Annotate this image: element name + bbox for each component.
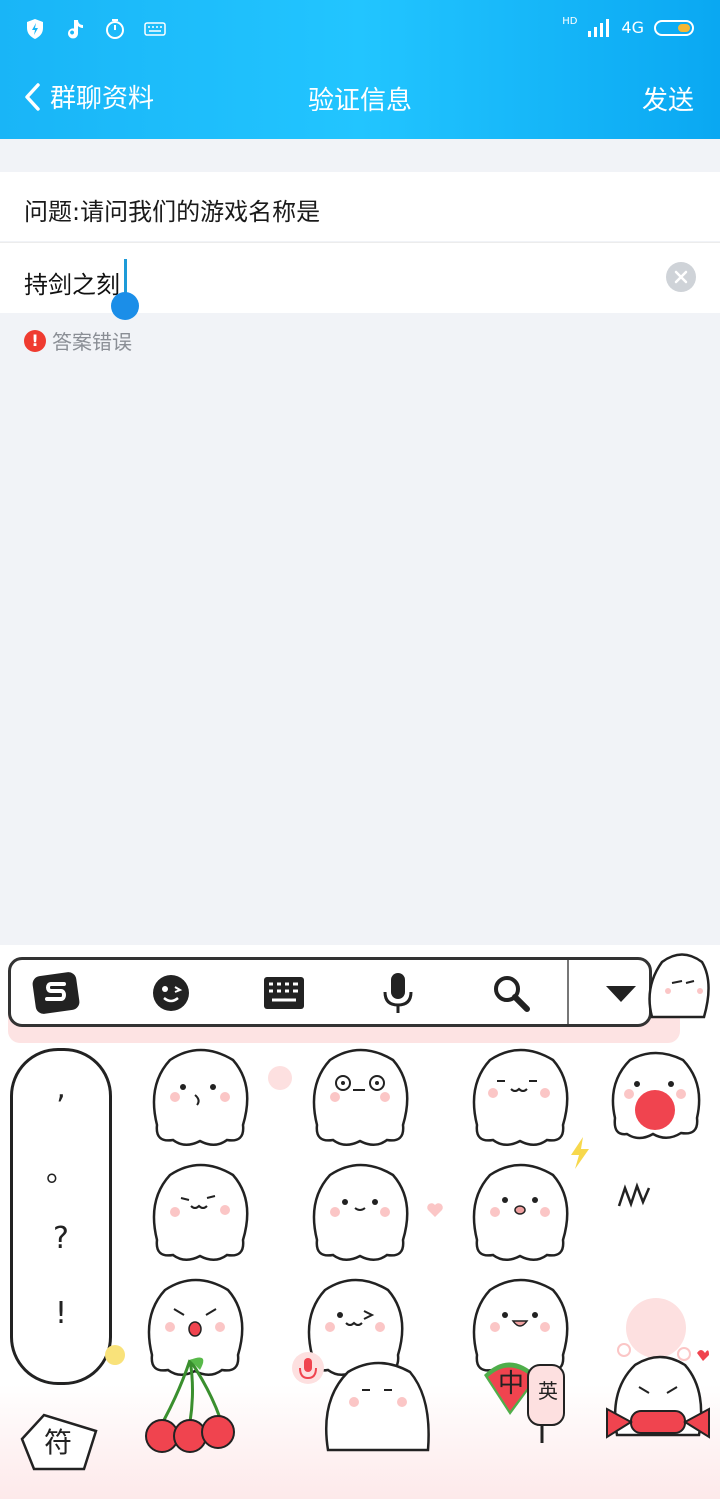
sticker-ghost-smile[interactable] bbox=[305, 1160, 415, 1265]
zh-en-switch-icon[interactable] bbox=[480, 1355, 570, 1455]
clear-input-button[interactable] bbox=[666, 262, 696, 292]
symbol-exclaim-key[interactable]: ! bbox=[13, 1296, 109, 1331]
zh-label: 中 bbox=[498, 1369, 525, 1399]
symbol-column: , 。 ? ! bbox=[10, 1048, 112, 1385]
sticker-ghost-happy[interactable] bbox=[465, 1045, 575, 1150]
shield-icon bbox=[24, 18, 46, 40]
microphone-icon[interactable] bbox=[373, 970, 423, 1016]
close-icon bbox=[674, 270, 688, 284]
scribble-decoration-icon bbox=[617, 1182, 651, 1208]
status-bar: HD 4G bbox=[0, 0, 720, 60]
music-note-icon bbox=[64, 18, 86, 40]
ime-keyboard: , 。 ? ! 符 中 英 bbox=[0, 945, 720, 1499]
hd-label: HD bbox=[562, 16, 578, 27]
sticker-ghost-surprised[interactable] bbox=[465, 1160, 575, 1265]
symbol-question-key[interactable]: ? bbox=[13, 1221, 109, 1256]
question-row: 问题:请问我们的游戏名称是 bbox=[0, 172, 720, 241]
collapse-keyboard-icon[interactable] bbox=[596, 970, 646, 1016]
timer-icon bbox=[104, 18, 126, 40]
emoji-face-icon[interactable] bbox=[146, 970, 196, 1016]
heart-decoration-icon bbox=[427, 1203, 443, 1217]
error-message: ! 答案错误 bbox=[24, 326, 132, 355]
sticker-ghost-candy[interactable] bbox=[605, 1345, 710, 1455]
sticker-ghost-dizzy[interactable] bbox=[305, 1045, 415, 1150]
search-icon[interactable] bbox=[486, 970, 536, 1016]
flower-decoration-icon bbox=[268, 1066, 292, 1090]
sticker-ghost-ball[interactable] bbox=[605, 1048, 705, 1148]
cursor-handle[interactable] bbox=[111, 292, 139, 320]
page-title: 验证信息 bbox=[307, 86, 412, 116]
keyboard-bottom-row: 符 中 英 bbox=[0, 1345, 720, 1499]
answer-input[interactable]: 持剑之刻 bbox=[0, 242, 720, 313]
symbol-switch-label: 符 bbox=[44, 1426, 73, 1459]
error-text: 答案错误 bbox=[52, 330, 132, 354]
title-bar: 群聊资料 验证信息 发送 bbox=[0, 60, 720, 139]
send-button[interactable]: 发送 bbox=[642, 80, 694, 117]
sticker-ghost-wave[interactable] bbox=[145, 1160, 260, 1265]
keyboard-toolbar bbox=[8, 957, 652, 1027]
sticker-ghost-kiss[interactable] bbox=[145, 1045, 255, 1150]
battery-icon bbox=[654, 19, 694, 36]
symbol-period-key[interactable]: 。 bbox=[13, 1146, 109, 1190]
keyboard-icon[interactable] bbox=[259, 970, 309, 1016]
network-label: 4G bbox=[621, 18, 644, 37]
toolbar-divider bbox=[567, 960, 569, 1024]
error-icon: ! bbox=[24, 329, 46, 352]
signal-icon bbox=[588, 18, 610, 37]
sogou-logo-icon[interactable] bbox=[31, 970, 81, 1016]
en-label: 英 bbox=[538, 1379, 558, 1403]
flower-decoration-icon bbox=[105, 1345, 125, 1365]
keyboard-status-icon bbox=[144, 18, 166, 40]
mascot-decoration-icon bbox=[642, 947, 712, 1027]
sticker-ghost-lying[interactable] bbox=[318, 1350, 436, 1462]
cherry-icon[interactable] bbox=[140, 1350, 240, 1460]
answer-text: 持剑之刻 bbox=[24, 271, 120, 299]
question-text: 问题:请问我们的游戏名称是 bbox=[24, 198, 321, 226]
symbol-comma-key[interactable]: , bbox=[13, 1071, 109, 1106]
symbol-switch-key[interactable]: 符 bbox=[14, 1409, 104, 1475]
